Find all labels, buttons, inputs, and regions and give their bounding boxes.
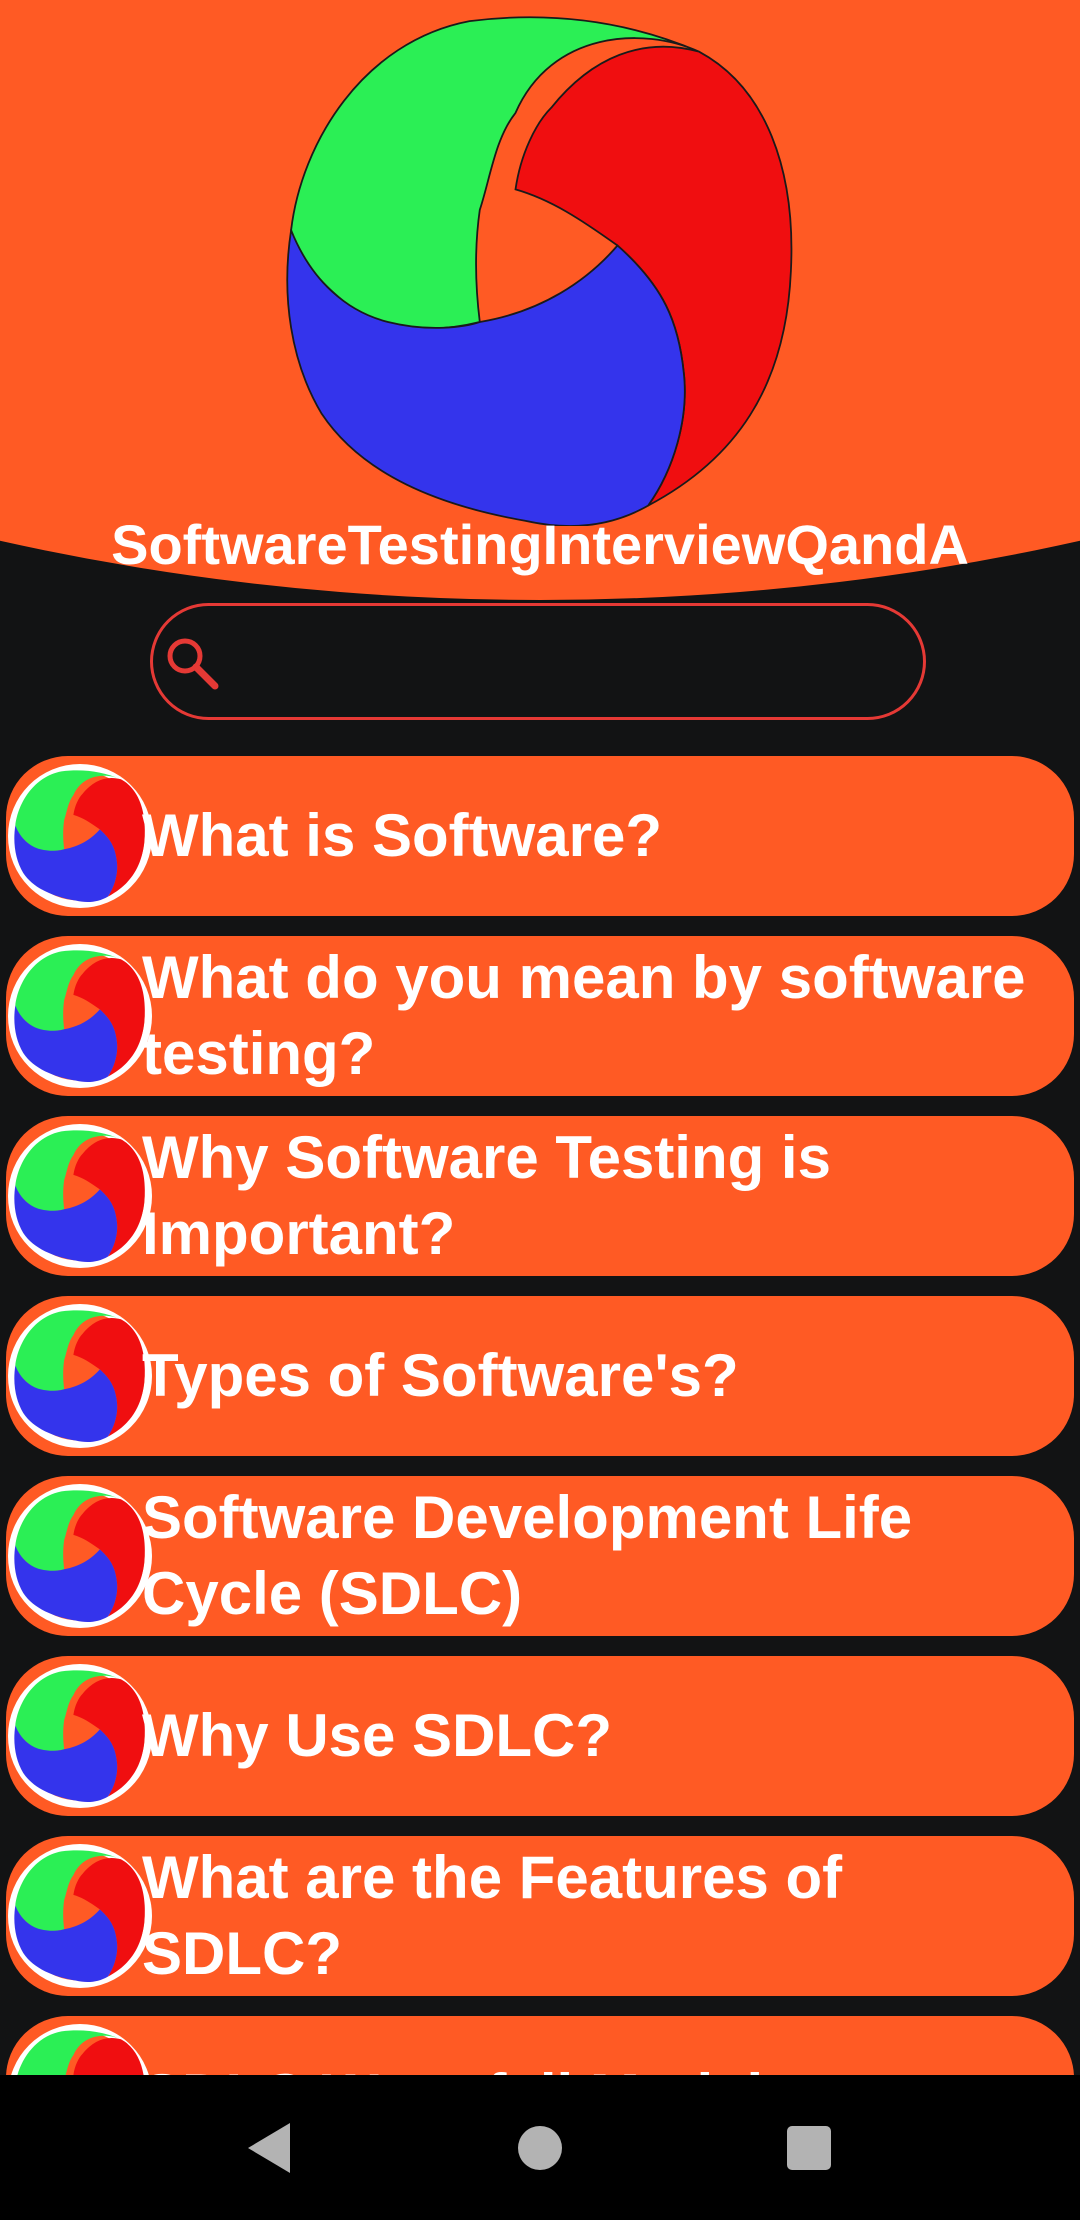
topic-logo-icon [14,1310,145,1442]
search-input[interactable] [235,606,899,719]
home-icon[interactable] [505,2113,575,2183]
topic-logo [8,1844,152,1988]
app-title: SoftwareTestingInterviewQandA [111,513,969,576]
search-icon [167,638,219,690]
topic-logo-icon [14,950,145,1082]
topic-label: Software Development Life Cycle (SDLC) [142,1484,913,1627]
topic-logo-icon [14,1130,145,1262]
topic-item-5[interactable]: Why Use SDLC? [6,1656,1074,1816]
topic-logo-icon [14,770,145,902]
topic-logo-icon [14,2030,145,2075]
back-icon[interactable] [236,2113,306,2183]
topic-logo-icon [14,1490,145,1622]
topic-label: What do you mean by software testing? [142,944,1026,1087]
topic-item-1[interactable]: What do you mean by software testing? [6,936,1074,1096]
topic-logo-icon [14,1850,145,1982]
app-screen: SoftwareTestingInterviewQandA What is So… [0,0,1080,2075]
recents-icon[interactable] [774,2113,844,2183]
topic-logo [8,1484,152,1628]
topic-logo [8,1664,152,1808]
topic-label: SDLC Waterfall Model [142,2016,1056,2075]
topic-logo [8,1124,152,1268]
topic-item-3[interactable]: Types of Software's? [6,1296,1074,1456]
topic-item-2[interactable]: Why Software Testing is Important? [6,1116,1074,1276]
topic-label: What is Software? [142,802,663,869]
topic-logo [8,1304,152,1448]
topic-label: Why Use SDLC? [142,1702,613,1769]
topic-item-6[interactable]: What are the Features of SDLC? [6,1836,1074,1996]
search-bar[interactable] [150,603,926,720]
system-navigation-bar [0,2075,1080,2220]
topic-logo [8,764,152,908]
topic-logo [8,2024,152,2075]
topic-label: Why Software Testing is Important? [142,1124,831,1267]
topic-item-0[interactable]: What is Software? [6,756,1074,916]
topic-logo-icon [14,1670,145,1802]
topic-logo [8,944,152,1088]
app-logo-icon [286,16,793,526]
topic-label: Types of Software's? [142,1342,739,1409]
topic-item-7[interactable]: SDLC Waterfall Model [6,2016,1074,2075]
topic-label: What are the Features of SDLC? [142,1844,843,1987]
topic-item-4[interactable]: Software Development Life Cycle (SDLC) [6,1476,1074,1636]
